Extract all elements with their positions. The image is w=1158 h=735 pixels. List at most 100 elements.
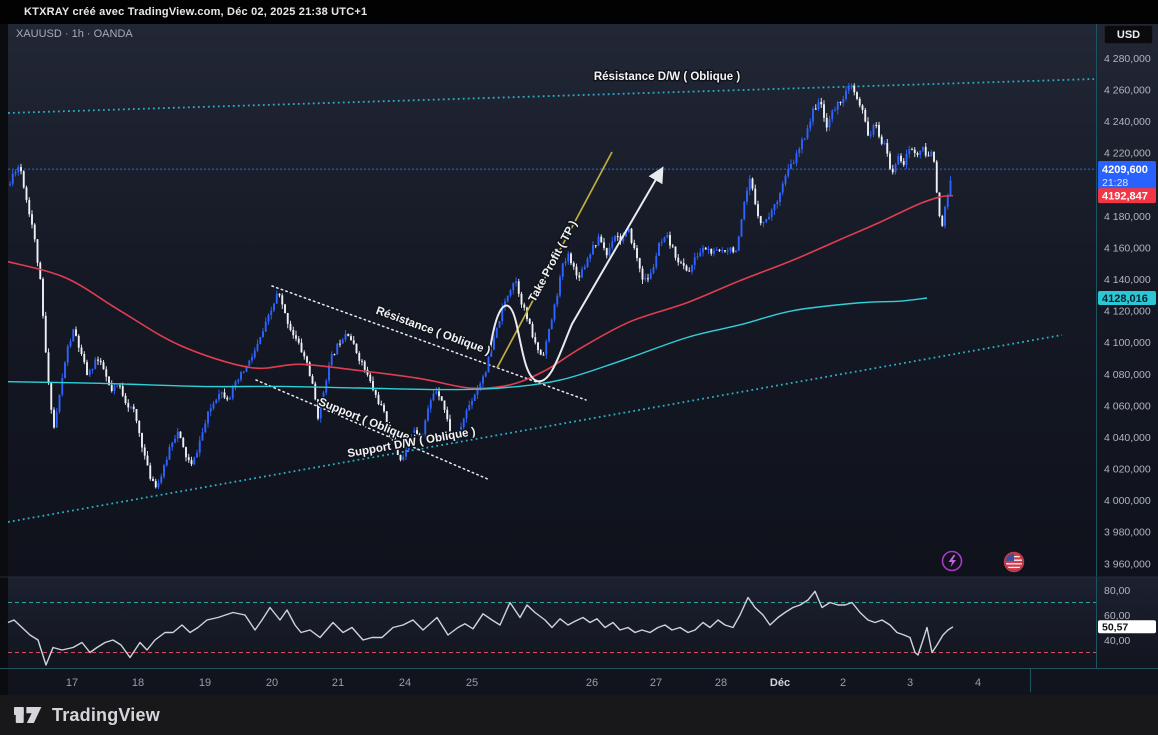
- candle: [532, 322, 534, 339]
- tradingview-screenshot: { "meta": { "topbar_text": "KTXRAY créé …: [0, 0, 1158, 735]
- price-tick-label: 4 140,000: [1104, 274, 1151, 286]
- candle: [941, 215, 943, 227]
- time-axis-label: 20: [266, 677, 278, 689]
- candle: [59, 394, 61, 413]
- candle: [347, 334, 349, 337]
- time-axis-label: 24: [399, 677, 411, 689]
- price-tick-label: 4 220,000: [1104, 148, 1151, 160]
- price-tick-label: 4 240,000: [1104, 116, 1151, 128]
- rsi-pane-background: [0, 577, 1158, 668]
- candle: [193, 457, 195, 466]
- candle: [743, 201, 745, 221]
- candle: [752, 178, 754, 191]
- chart-legend-symbol[interactable]: XAUUSD · 1h · OANDA: [16, 28, 133, 40]
- candle: [933, 151, 935, 162]
- ma-red-badge-text: 4192,847: [1102, 190, 1148, 202]
- us-flag-icon[interactable]: [1005, 553, 1024, 572]
- candle: [248, 360, 250, 367]
- candle: [45, 312, 47, 353]
- time-axis-label: Déc: [770, 677, 790, 689]
- watermark-text: KTXRAY créé avec TradingView.com, Déc 02…: [24, 6, 367, 18]
- footer-bar: TradingView: [0, 695, 1158, 735]
- rsi-tick-label: 40,00: [1104, 635, 1130, 647]
- price-tick-label: 3 980,000: [1104, 527, 1151, 539]
- time-axis-label: 4: [975, 677, 981, 689]
- candle: [939, 192, 941, 217]
- price-tick-label: 4 080,000: [1104, 369, 1151, 381]
- last-price-badge-value: 4209,600: [1102, 164, 1148, 176]
- candle: [738, 236, 740, 251]
- price-tick-label: 4 000,000: [1104, 495, 1151, 507]
- price-tick-label: 4 040,000: [1104, 432, 1151, 444]
- price-tick-label: 4 180,000: [1104, 211, 1151, 223]
- left-margin-strip: [0, 24, 8, 695]
- price-tick-label: 4 020,000: [1104, 464, 1151, 476]
- candle: [889, 151, 891, 170]
- price-tick-label: 4 260,000: [1104, 85, 1151, 97]
- currency-toggle-button[interactable]: USD: [1104, 25, 1153, 44]
- price-tick-label: 4 060,000: [1104, 400, 1151, 412]
- watermark-topbar: KTXRAY créé avec TradingView.com, Déc 02…: [0, 0, 1158, 24]
- time-axis-label: 27: [650, 677, 662, 689]
- price-tick-label: 4 100,000: [1104, 337, 1151, 349]
- candle: [53, 407, 55, 428]
- candle: [42, 277, 44, 318]
- rsi-value-badge-text: 50,57: [1102, 622, 1128, 634]
- candle: [37, 239, 39, 266]
- candle: [864, 108, 866, 123]
- rsi-tick-label: 80,00: [1104, 585, 1130, 597]
- candle: [631, 228, 633, 244]
- candle: [182, 437, 184, 448]
- candle: [284, 304, 286, 314]
- candle: [259, 337, 261, 345]
- candle: [488, 356, 490, 372]
- candle: [64, 361, 66, 378]
- tradingview-logo-text[interactable]: TradingView: [52, 705, 160, 726]
- price-chart-canvas[interactable]: Résistance D/W ( Oblique )Résistance ( O…: [0, 24, 1158, 695]
- candle: [180, 431, 182, 438]
- rsi-tick-label: 60,00: [1104, 610, 1130, 622]
- time-axis-label: 26: [586, 677, 598, 689]
- bar-countdown: 21:28: [1102, 177, 1128, 189]
- time-axis-label: 19: [199, 677, 211, 689]
- price-tick-label: 4 280,000: [1104, 53, 1151, 65]
- price-tick-label: 4 160,000: [1104, 242, 1151, 254]
- candle: [936, 160, 938, 193]
- candle: [50, 383, 52, 414]
- candle: [551, 318, 553, 329]
- time-axis-label: 21: [332, 677, 344, 689]
- ma-teal-badge-text: 4128,016: [1102, 293, 1148, 305]
- price-tick-label: 4 120,000: [1104, 306, 1151, 318]
- candle: [309, 361, 311, 376]
- candle: [559, 274, 561, 297]
- candle: [163, 464, 165, 479]
- time-axis-label: 25: [466, 677, 478, 689]
- candle: [441, 396, 443, 401]
- time-axis-label: 17: [66, 677, 78, 689]
- candle: [72, 329, 74, 342]
- candle: [499, 321, 501, 328]
- candle: [28, 197, 30, 217]
- tradingview-logo-icon[interactable]: [14, 702, 44, 728]
- time-axis-label: 3: [907, 677, 913, 689]
- candle: [356, 343, 358, 354]
- candle: [554, 303, 556, 322]
- candle: [48, 348, 50, 384]
- candle: [548, 328, 550, 342]
- price-tick-label: 3 960,000: [1104, 558, 1151, 570]
- label-resistance-dw[interactable]: Résistance D/W ( Oblique ): [594, 71, 740, 83]
- candle: [496, 328, 498, 338]
- candle: [944, 206, 946, 229]
- time-axis-background[interactable]: [0, 668, 1158, 695]
- candle: [664, 236, 666, 242]
- candle: [658, 242, 660, 256]
- candle: [336, 343, 338, 355]
- time-axis-label: 28: [715, 677, 727, 689]
- candle: [741, 219, 743, 237]
- time-axis-label: 2: [840, 677, 846, 689]
- time-axis-label: 18: [132, 677, 144, 689]
- candle: [314, 382, 316, 401]
- candle: [23, 170, 25, 188]
- candle: [39, 261, 41, 279]
- boost-lightning-icon[interactable]: [943, 552, 962, 571]
